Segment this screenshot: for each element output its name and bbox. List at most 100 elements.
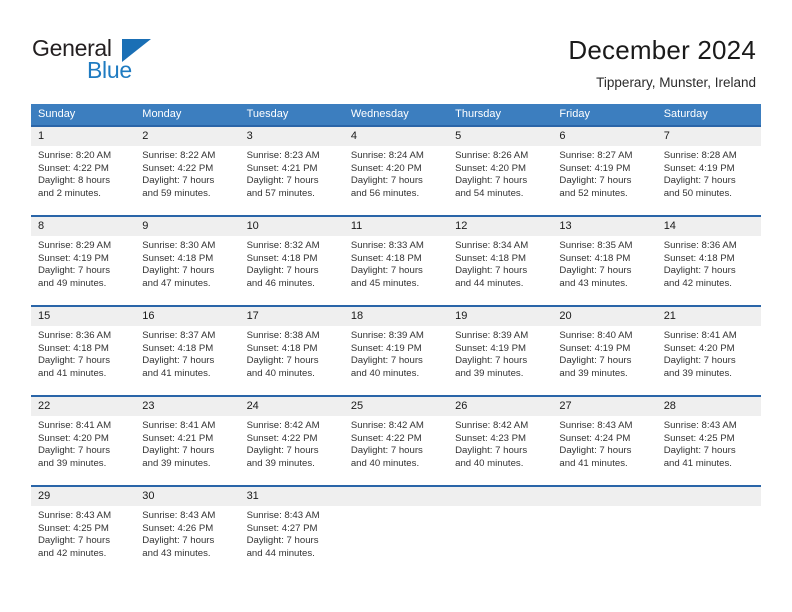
- day-cell[interactable]: 21 Sunrise: 8:41 AM Sunset: 4:20 PM Dayl…: [656, 307, 761, 395]
- day-cell[interactable]: 24 Sunrise: 8:42 AM Sunset: 4:22 PM Dayl…: [239, 397, 344, 485]
- day-number: [552, 487, 657, 506]
- day-cell[interactable]: 20 Sunrise: 8:40 AM Sunset: 4:19 PM Dayl…: [552, 307, 657, 395]
- daylight-text-1: Daylight: 7 hours: [663, 445, 736, 457]
- daylight-text-1: Daylight: 7 hours: [663, 265, 736, 277]
- daylight-text-2: and 46 minutes.: [246, 277, 315, 289]
- day-number: 12: [448, 217, 553, 236]
- day-cell[interactable]: 11 Sunrise: 8:33 AM Sunset: 4:18 PM Dayl…: [343, 217, 449, 305]
- day-cell[interactable]: 12 Sunrise: 8:34 AM Sunset: 4:18 PM Dayl…: [448, 217, 553, 305]
- day-cell[interactable]: 25 Sunrise: 8:42 AM Sunset: 4:22 PM Dayl…: [343, 397, 449, 485]
- day-cell[interactable]: 1 Sunrise: 8:20 AM Sunset: 4:22 PM Dayli…: [31, 127, 136, 215]
- sunrise-text: Sunrise: 8:33 AM: [350, 240, 424, 251]
- daylight-text-2: and 41 minutes.: [38, 367, 107, 379]
- daylight-text-2: and 42 minutes.: [663, 277, 732, 289]
- day-cell[interactable]: 16 Sunrise: 8:37 AM Sunset: 4:18 PM Dayl…: [135, 307, 240, 395]
- day-cell[interactable]: 30 Sunrise: 8:43 AM Sunset: 4:26 PM Dayl…: [135, 487, 240, 575]
- daylight-text-2: and 40 minutes.: [350, 457, 420, 469]
- sunset-text: Sunset: 4:22 PM: [246, 432, 318, 444]
- day-cell[interactable]: 14 Sunrise: 8:36 AM Sunset: 4:18 PM Dayl…: [656, 217, 761, 305]
- daylight-text-1: Daylight: 8 hours: [38, 175, 110, 187]
- day-detail: Sunrise: 8:41 AM Sunset: 4:20 PM Dayligh…: [657, 326, 761, 386]
- day-detail: Sunrise: 8:36 AM Sunset: 4:18 PM Dayligh…: [31, 326, 135, 386]
- day-cell[interactable]: 7 Sunrise: 8:28 AM Sunset: 4:19 PM Dayli…: [656, 127, 761, 215]
- daylight-text-1: Daylight: 7 hours: [246, 175, 319, 187]
- day-cell[interactable]: 13 Sunrise: 8:35 AM Sunset: 4:18 PM Dayl…: [552, 217, 657, 305]
- day-detail: Sunrise: 8:34 AM Sunset: 4:18 PM Dayligh…: [448, 236, 552, 296]
- daylight-text-2: and 50 minutes.: [663, 187, 732, 199]
- page-subtitle: Tipperary, Munster, Ireland: [596, 75, 756, 90]
- day-number: 20: [552, 307, 657, 326]
- sunset-text: Sunset: 4:18 PM: [246, 342, 318, 354]
- sunrise-text: Sunrise: 8:43 AM: [246, 510, 320, 521]
- daylight-text-1: Daylight: 7 hours: [350, 445, 423, 457]
- day-cell[interactable]: 18 Sunrise: 8:39 AM Sunset: 4:19 PM Dayl…: [343, 307, 449, 395]
- dow-thursday: Thursday: [455, 108, 501, 120]
- daylight-text-1: Daylight: 7 hours: [455, 175, 528, 187]
- day-cell[interactable]: 3 Sunrise: 8:23 AM Sunset: 4:21 PM Dayli…: [239, 127, 344, 215]
- daylight-text-1: Daylight: 7 hours: [663, 355, 736, 367]
- sunset-text: Sunset: 4:19 PM: [663, 162, 735, 174]
- day-number: 10: [239, 217, 344, 236]
- day-number: 27: [552, 397, 657, 416]
- day-number: 4: [343, 127, 449, 146]
- title-block: December 2024 Tipperary, Munster, Irelan…: [568, 34, 756, 91]
- day-cell[interactable]: 27 Sunrise: 8:43 AM Sunset: 4:24 PM Dayl…: [552, 397, 657, 485]
- day-cell[interactable]: 28 Sunrise: 8:43 AM Sunset: 4:25 PM Dayl…: [656, 397, 761, 485]
- brand-name-blue: Blue: [87, 57, 132, 83]
- calendar-week-row: 29 Sunrise: 8:43 AM Sunset: 4:25 PM Dayl…: [31, 485, 761, 575]
- sunrise-text: Sunrise: 8:42 AM: [455, 420, 529, 431]
- sunset-text: Sunset: 4:18 PM: [142, 252, 214, 264]
- daylight-text-2: and 44 minutes.: [246, 547, 315, 559]
- daylight-text-1: Daylight: 7 hours: [142, 535, 215, 547]
- day-cell[interactable]: 6 Sunrise: 8:27 AM Sunset: 4:19 PM Dayli…: [552, 127, 657, 215]
- day-cell[interactable]: 23 Sunrise: 8:41 AM Sunset: 4:21 PM Dayl…: [135, 397, 240, 485]
- day-number: 29: [31, 487, 136, 506]
- day-number: 17: [239, 307, 344, 326]
- day-number: 18: [343, 307, 449, 326]
- day-detail: Sunrise: 8:28 AM Sunset: 4:19 PM Dayligh…: [657, 146, 761, 206]
- sunrise-text: Sunrise: 8:41 AM: [38, 420, 112, 431]
- daylight-text-2: and 41 minutes.: [142, 367, 211, 379]
- day-detail: Sunrise: 8:29 AM Sunset: 4:19 PM Dayligh…: [31, 236, 135, 296]
- dow-monday: Monday: [142, 108, 182, 120]
- day-detail: Sunrise: 8:32 AM Sunset: 4:18 PM Dayligh…: [240, 236, 344, 296]
- day-number: 11: [343, 217, 449, 236]
- day-cell[interactable]: 9 Sunrise: 8:30 AM Sunset: 4:18 PM Dayli…: [135, 217, 240, 305]
- calendar-week-row: 8 Sunrise: 8:29 AM Sunset: 4:19 PM Dayli…: [31, 215, 761, 305]
- day-number: 5: [448, 127, 553, 146]
- day-cell[interactable]: 15 Sunrise: 8:36 AM Sunset: 4:18 PM Dayl…: [31, 307, 136, 395]
- sunset-text: Sunset: 4:22 PM: [142, 162, 214, 174]
- day-number: 23: [135, 397, 240, 416]
- day-detail: Sunrise: 8:37 AM Sunset: 4:18 PM Dayligh…: [135, 326, 239, 386]
- day-number: 8: [31, 217, 136, 236]
- daylight-text-2: and 42 minutes.: [38, 547, 107, 559]
- daylight-text-1: Daylight: 7 hours: [559, 445, 632, 457]
- day-cell[interactable]: 31 Sunrise: 8:43 AM Sunset: 4:27 PM Dayl…: [239, 487, 344, 575]
- day-detail: Sunrise: 8:24 AM Sunset: 4:20 PM Dayligh…: [344, 146, 448, 206]
- sunrise-text: Sunrise: 8:41 AM: [142, 420, 216, 431]
- sunset-text: Sunset: 4:18 PM: [663, 252, 735, 264]
- day-detail: Sunrise: 8:35 AM Sunset: 4:18 PM Dayligh…: [552, 236, 656, 296]
- day-cell[interactable]: 10 Sunrise: 8:32 AM Sunset: 4:18 PM Dayl…: [239, 217, 344, 305]
- sunrise-text: Sunrise: 8:40 AM: [559, 330, 633, 341]
- day-cell[interactable]: 29 Sunrise: 8:43 AM Sunset: 4:25 PM Dayl…: [31, 487, 136, 575]
- day-detail: Sunrise: 8:43 AM Sunset: 4:24 PM Dayligh…: [552, 416, 656, 476]
- sunset-text: Sunset: 4:21 PM: [246, 162, 318, 174]
- daylight-text-1: Daylight: 7 hours: [350, 355, 423, 367]
- daylight-text-1: Daylight: 7 hours: [246, 265, 319, 277]
- day-cell[interactable]: 17 Sunrise: 8:38 AM Sunset: 4:18 PM Dayl…: [239, 307, 344, 395]
- day-cell[interactable]: 19 Sunrise: 8:39 AM Sunset: 4:19 PM Dayl…: [448, 307, 553, 395]
- sunset-text: Sunset: 4:18 PM: [246, 252, 318, 264]
- day-cell[interactable]: 2 Sunrise: 8:22 AM Sunset: 4:22 PM Dayli…: [135, 127, 240, 215]
- sunrise-text: Sunrise: 8:42 AM: [350, 420, 424, 431]
- day-number: 1: [31, 127, 136, 146]
- brand-logo[interactable]: General Blue: [32, 36, 162, 88]
- day-cell[interactable]: 8 Sunrise: 8:29 AM Sunset: 4:19 PM Dayli…: [31, 217, 136, 305]
- day-cell[interactable]: 4 Sunrise: 8:24 AM Sunset: 4:20 PM Dayli…: [343, 127, 449, 215]
- sunset-text: Sunset: 4:18 PM: [350, 252, 422, 264]
- day-cell[interactable]: 5 Sunrise: 8:26 AM Sunset: 4:20 PM Dayli…: [448, 127, 553, 215]
- day-cell[interactable]: 22 Sunrise: 8:41 AM Sunset: 4:20 PM Dayl…: [31, 397, 136, 485]
- day-cell[interactable]: 26 Sunrise: 8:42 AM Sunset: 4:23 PM Dayl…: [448, 397, 553, 485]
- daylight-text-1: Daylight: 7 hours: [559, 265, 632, 277]
- daylight-text-2: and 40 minutes.: [455, 457, 524, 469]
